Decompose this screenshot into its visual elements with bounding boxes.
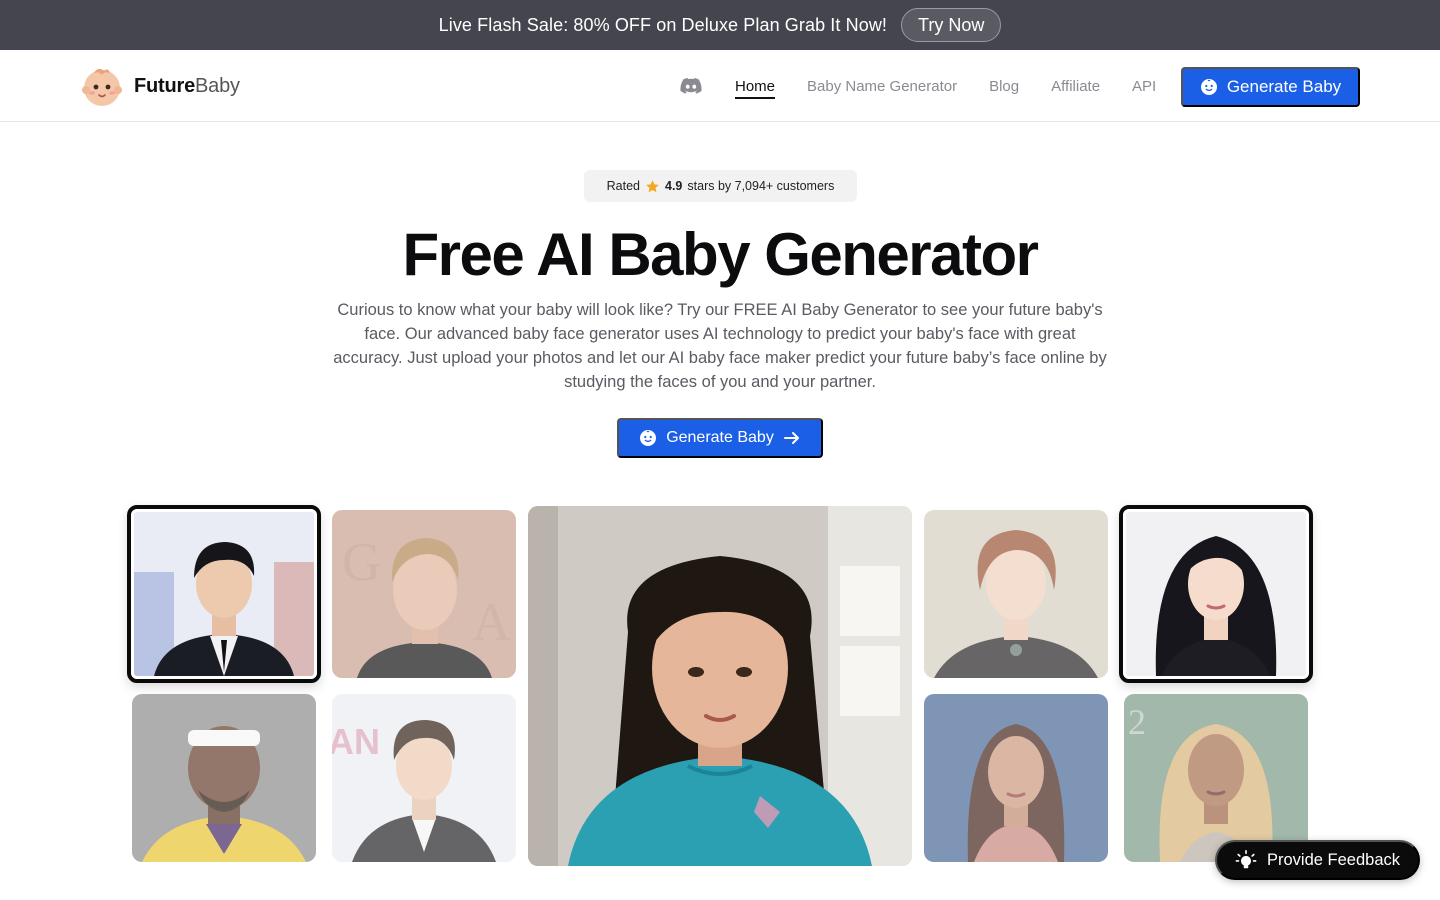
- main-nav: Home Baby Name Generator Blog Affiliate …: [679, 67, 1188, 105]
- page-title: Free AI Baby Generator: [402, 221, 1040, 288]
- generate-baby-hero-button[interactable]: Generate Baby: [617, 418, 823, 458]
- baby-face-icon: [640, 430, 657, 446]
- man-portrait-image: [132, 694, 316, 862]
- parent-photo-2-selected[interactable]: [1119, 505, 1313, 683]
- nav-api[interactable]: API: [1132, 78, 1156, 95]
- woman-portrait-image: 2: [1124, 694, 1308, 862]
- rating-value: 4.9: [665, 179, 683, 193]
- man-portrait-image: G A: [332, 510, 516, 678]
- woman-portrait-image: [924, 510, 1108, 678]
- svg-text:2: 2: [1128, 702, 1146, 742]
- logo[interactable]: FutureBaby: [80, 64, 240, 108]
- rating-suffix: stars by 7,094+ customers: [687, 179, 835, 193]
- promo-text: Live Flash Sale: 80% OFF on Deluxe Plan …: [438, 14, 888, 35]
- candidate-photo-4[interactable]: [924, 510, 1108, 678]
- baby-logo-icon: [82, 68, 122, 106]
- parent-photo-1-selected[interactable]: [127, 505, 321, 683]
- svg-text:G: G: [342, 532, 381, 592]
- generated-baby-photo: [528, 506, 912, 866]
- provide-feedback-label: Provide Feedback: [1267, 850, 1400, 869]
- logo-text-bold: Future: [134, 74, 196, 97]
- baby-face-icon: [1200, 79, 1217, 95]
- woman-portrait-image: [1126, 512, 1306, 676]
- rating-prefix: Rated: [606, 179, 640, 193]
- svg-text:AN: AN: [332, 721, 380, 762]
- promo-banner: Live Flash Sale: 80% OFF on Deluxe Plan …: [0, 0, 1440, 50]
- try-now-button[interactable]: Try Now: [901, 8, 1002, 42]
- man-portrait-image: AN: [332, 694, 516, 862]
- logo-text-light: Baby: [195, 74, 240, 97]
- star-icon: [646, 179, 659, 192]
- nav-blog[interactable]: Blog: [989, 78, 1019, 95]
- generate-baby-hero-label: Generate Baby: [666, 429, 774, 446]
- candidate-photo-6[interactable]: AN: [332, 694, 516, 862]
- hero-description: Curious to know what your baby will look…: [333, 301, 1107, 391]
- provide-feedback-button[interactable]: Provide Feedback: [1215, 840, 1420, 880]
- candidate-photo-2[interactable]: G A: [332, 510, 516, 678]
- site-header: FutureBaby Home Baby Name Generator Blog…: [0, 50, 1440, 122]
- arrow-right-icon: [783, 432, 799, 444]
- woman-portrait-image: [924, 694, 1108, 862]
- baby-girl-portrait-image: [528, 506, 912, 866]
- discord-icon[interactable]: [679, 74, 703, 98]
- candidate-photo-8[interactable]: 2: [1124, 694, 1308, 862]
- nav-home[interactable]: Home: [735, 78, 776, 99]
- nav-baby-name-generator[interactable]: Baby Name Generator: [807, 78, 957, 95]
- rating-badge: Rated 4.9 stars by 7,094+ customers: [584, 170, 857, 202]
- logo-text: FutureBaby: [134, 75, 240, 98]
- candidate-photo-7[interactable]: [924, 694, 1108, 862]
- candidate-photo-5[interactable]: [132, 694, 316, 862]
- generate-baby-header-label: Generate Baby: [1226, 77, 1342, 96]
- nav-affiliate[interactable]: Affiliate: [1051, 78, 1100, 95]
- generate-baby-header-button[interactable]: Generate Baby: [1181, 67, 1360, 107]
- man-portrait-image: [134, 512, 314, 676]
- lightbulb-icon: [1235, 850, 1257, 869]
- svg-text:A: A: [472, 592, 511, 652]
